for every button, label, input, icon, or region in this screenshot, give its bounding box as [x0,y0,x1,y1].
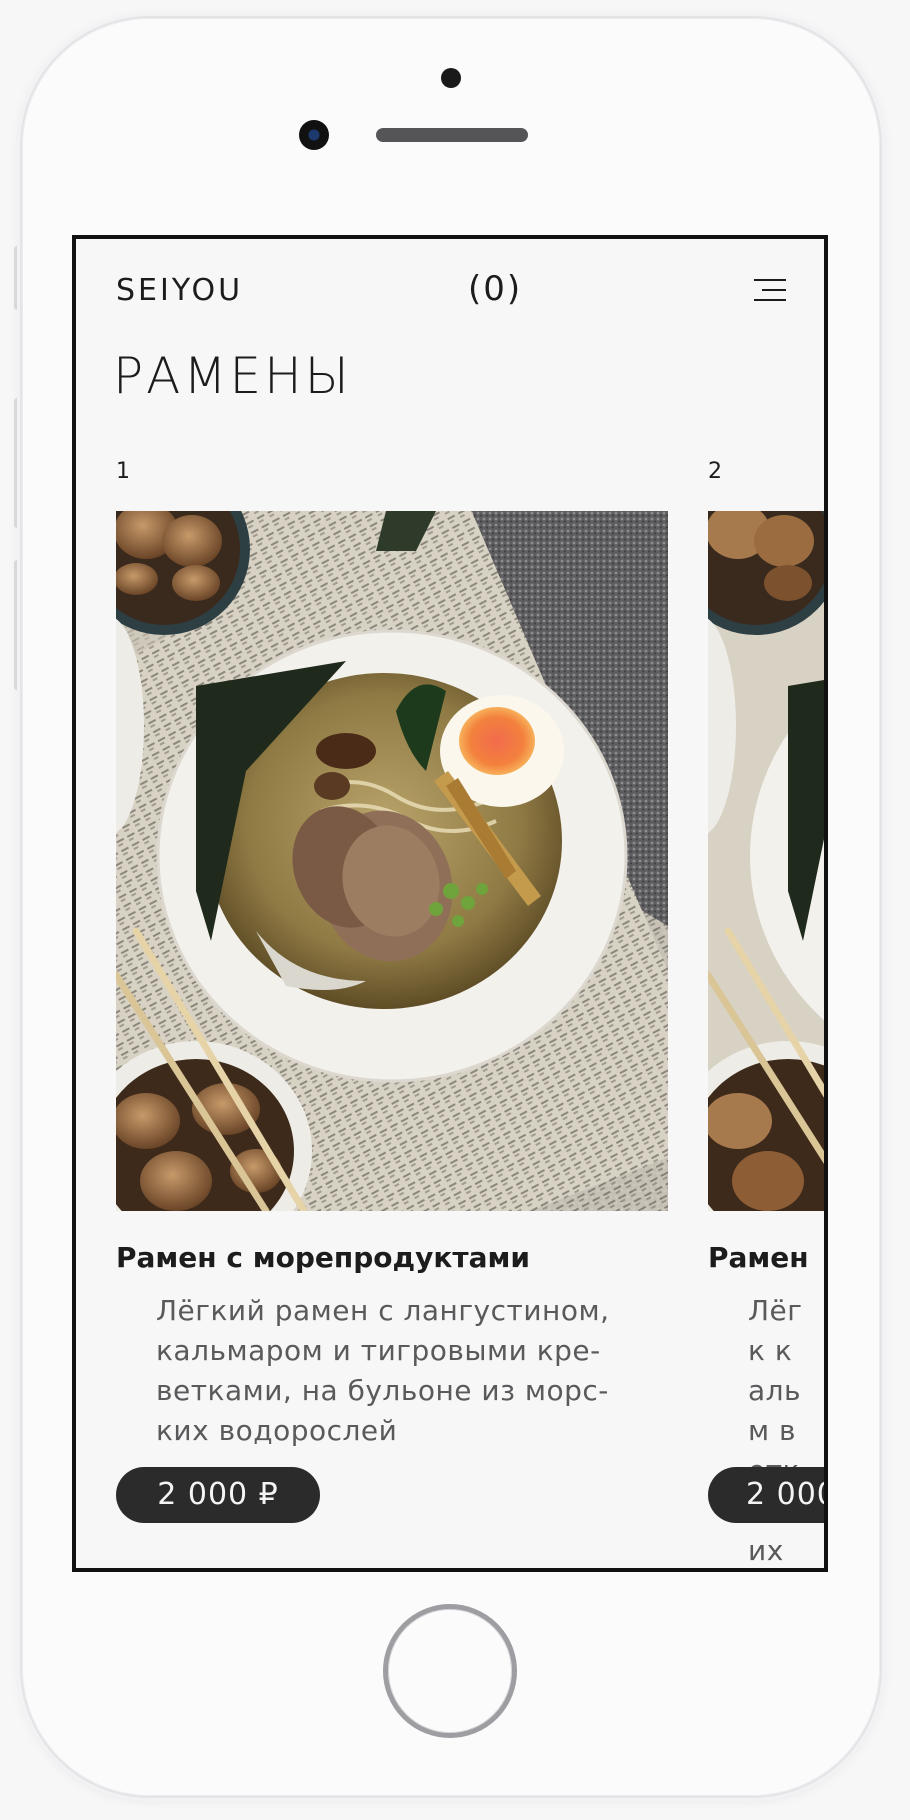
page-title: РАМЕНЫ [113,347,352,405]
price-button[interactable]: 2 000 [708,1467,824,1523]
menu-line-bottom [754,299,786,301]
ramen-photo [708,511,824,1211]
cart-counter[interactable]: (0) [468,269,522,309]
menu-line-top [754,279,786,281]
menu-line-middle [762,289,786,291]
proximity-sensor [441,68,461,88]
app-viewport: SEIYOU (0) РАМЕНЫ 1 Рамен с морепродукта… [76,239,824,1568]
price-button[interactable]: 2 000 ₽ [116,1467,320,1523]
front-camera [299,120,329,150]
volume-down-button [14,560,22,690]
product-image[interactable] [116,511,668,1211]
product-number: 1 [116,459,130,484]
product-description: Лёгк кальм ветка ких в [748,1294,803,1567]
hamburger-menu-icon[interactable] [752,277,786,303]
earpiece-speaker [376,128,528,142]
ramen-photo [116,511,668,1211]
mute-switch [14,246,22,310]
product-description: Лёгкий рамен с лангустином, кальмаром и … [156,1294,610,1447]
home-button[interactable] [383,1604,517,1738]
device-mockup: SEIYOU (0) РАМЕНЫ 1 Рамен с морепродукта… [0,0,910,1820]
site-logo[interactable]: SEIYOU [116,273,243,308]
product-image[interactable] [708,511,824,1211]
product-name[interactable]: Рамен с морепродуктами [116,1241,676,1274]
volume-up-button [14,398,22,528]
phone-screen: SEIYOU (0) РАМЕНЫ 1 Рамен с морепродукта… [72,235,828,1572]
product-number: 2 [708,459,722,484]
product-name[interactable]: Рамен [708,1241,824,1274]
